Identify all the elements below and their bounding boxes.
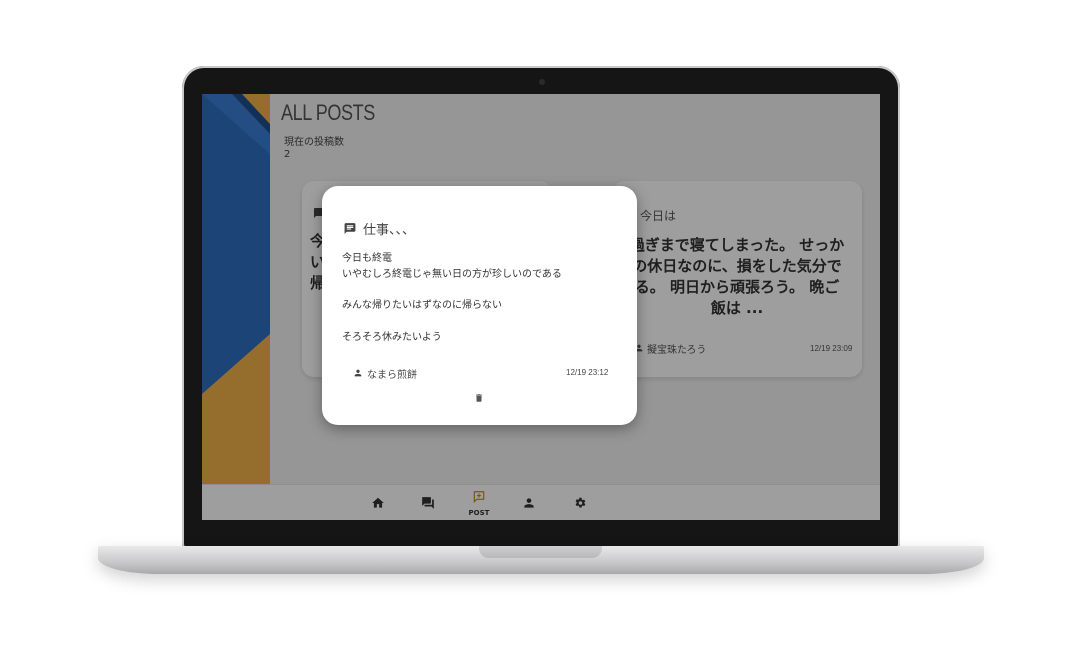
modal-body-line: いやむしろ終電じゃ無い日の方が珍しいのである [342, 269, 562, 280]
modal-author: なまら煎餅 [367, 370, 417, 381]
person-icon [354, 369, 362, 377]
modal-date: 12/19 23:12 [566, 368, 609, 377]
modal-title: 仕事、、、 [363, 223, 416, 238]
post-detail-modal: 仕事、、、 今日も終電 いやむしろ終電じゃ無い日の方が珍しいのである みんな帰り… [322, 186, 637, 425]
modal-body-line: みんな帰りたいはずなのに帰らない [342, 300, 502, 311]
trash-icon[interactable] [474, 392, 484, 404]
modal-body-line: 今日も終電 [342, 253, 392, 264]
laptop-notch [479, 546, 602, 558]
laptop-mockup: ALL POSTS 現在の投稿数 2 今 い 帰 今日は 過ぎまで寝てしまった。… [0, 0, 1080, 648]
modal-body-line: そろそろ休みたいよう [342, 332, 442, 343]
post-icon [344, 223, 356, 234]
camera-icon [539, 79, 545, 85]
